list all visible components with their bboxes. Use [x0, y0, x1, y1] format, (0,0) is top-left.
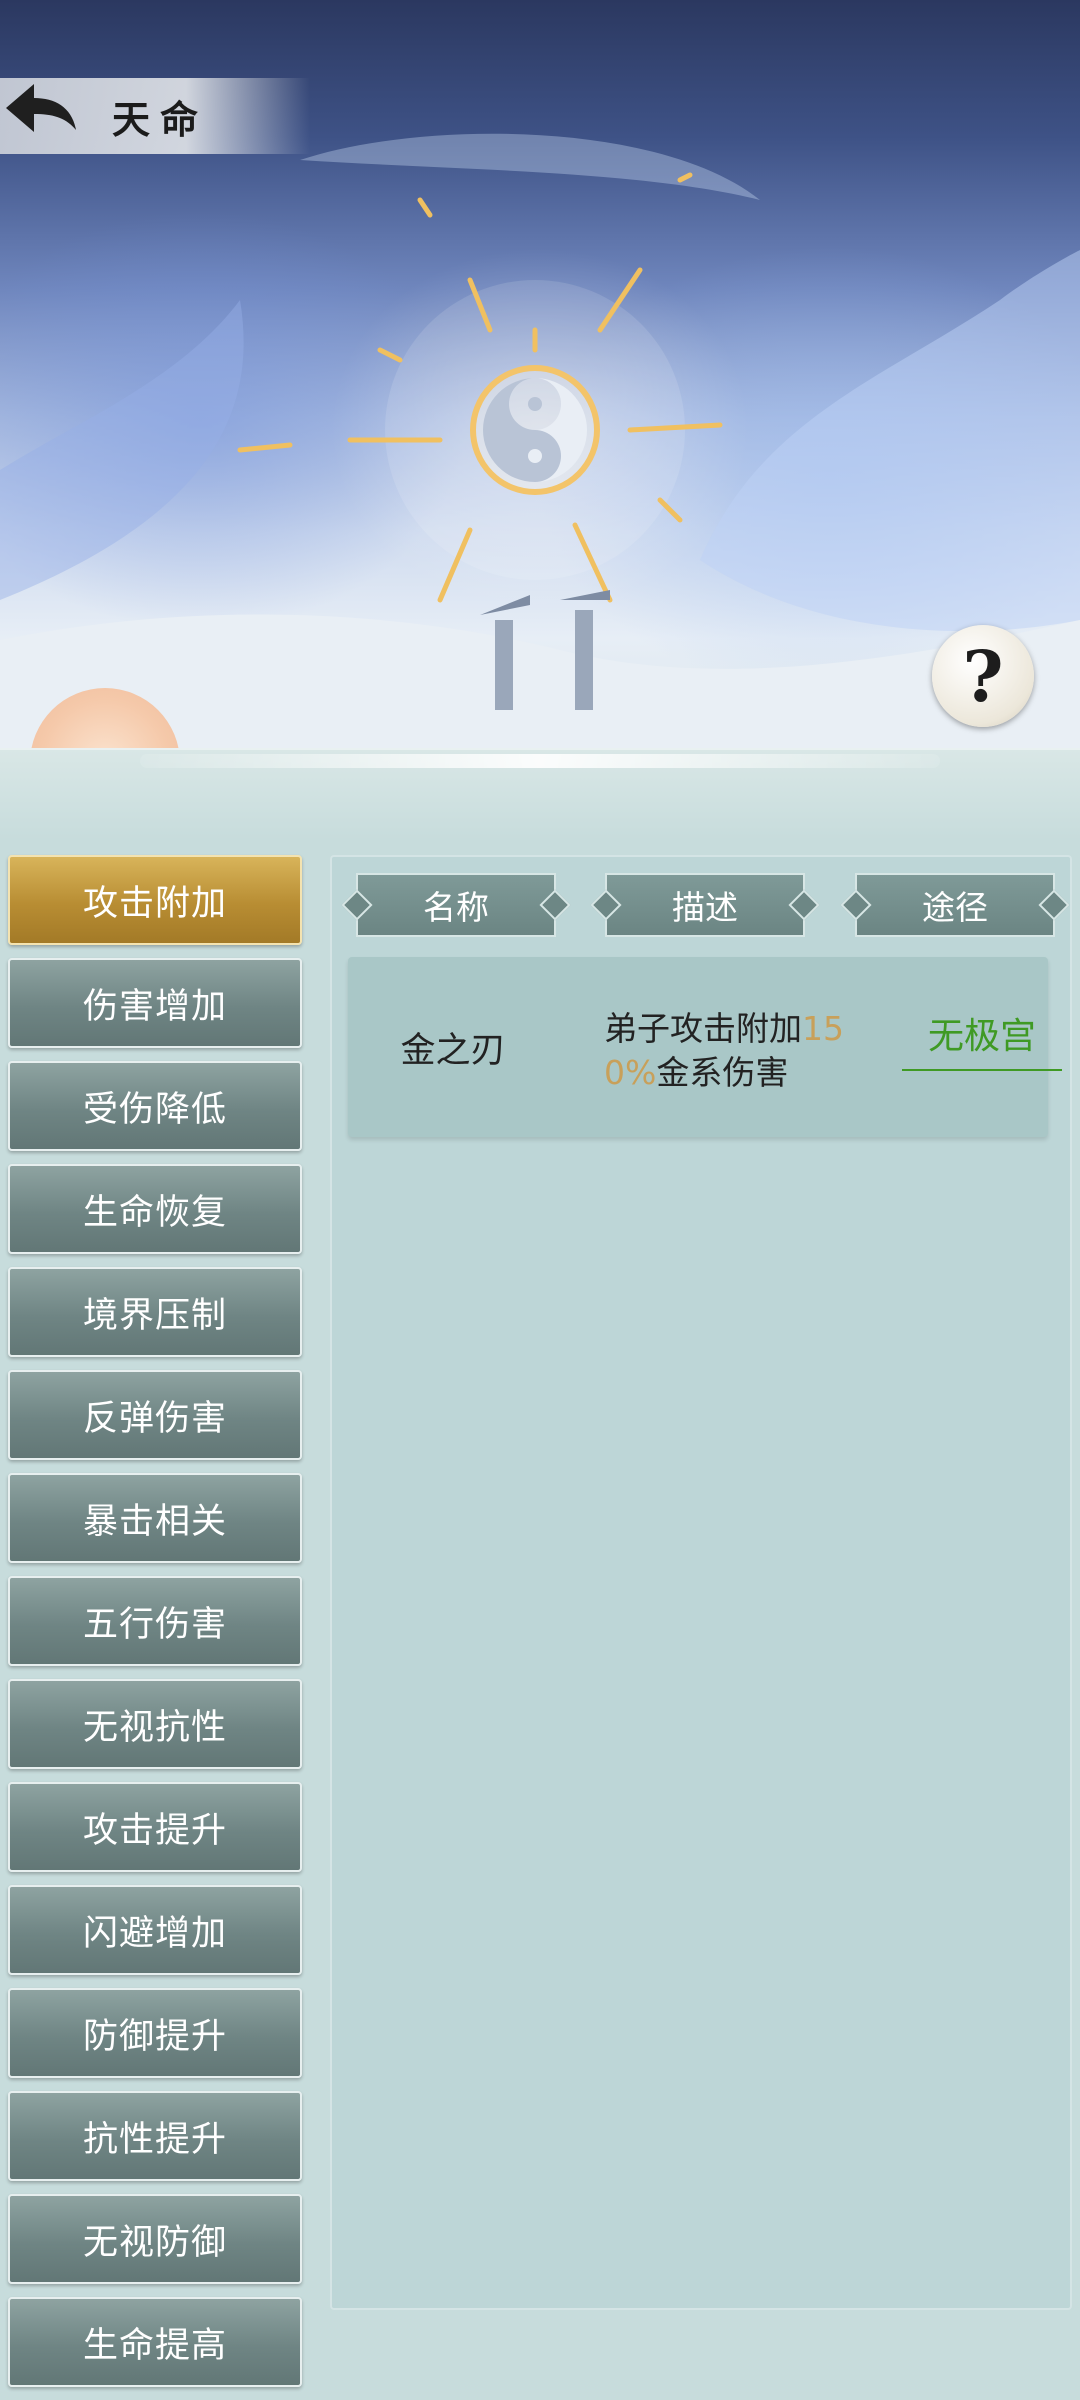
diamond-ornament-icon: [341, 889, 373, 921]
description-text: 金系伤害: [656, 1053, 789, 1092]
diamond-ornament-icon: [840, 889, 872, 921]
diamond-ornament-icon: [590, 889, 622, 921]
table-row: 金之刃 弟子攻击附加150%金系伤害 无极宫: [348, 957, 1062, 1137]
section-divider: [0, 748, 1080, 840]
sidebar-item-crit[interactable]: 暴击相关: [8, 1473, 302, 1563]
sidebar-item-dodge-up[interactable]: 闪避增加: [8, 1885, 302, 1975]
column-header-path: 途径: [840, 873, 1070, 937]
category-sidebar: 攻击附加 伤害增加 受伤降低 生命恢复 境界压制 反弹伤害 暴击相关 五行伤害 …: [8, 855, 302, 2400]
sidebar-item-label: 受伤降低: [82, 1089, 227, 1130]
sidebar-item-realm-suppression[interactable]: 境界压制: [8, 1267, 302, 1357]
sidebar-item-label: 防御提升: [82, 2016, 227, 2057]
title-bar: 天命: [0, 78, 310, 154]
sidebar-item-damage-increase[interactable]: 伤害增加: [8, 958, 302, 1048]
back-arrow-icon: [6, 84, 76, 132]
column-header-desc: 描述: [590, 873, 820, 937]
sidebar-item-reflect-damage[interactable]: 反弹伤害: [8, 1370, 302, 1460]
hero-banner: 天命 ?: [0, 0, 1080, 760]
question-mark-icon: ?: [962, 634, 1004, 718]
divider-line: [140, 754, 940, 768]
column-header-name: 名称: [341, 873, 571, 937]
sidebar-item-life-regen[interactable]: 生命恢复: [8, 1164, 302, 1254]
sidebar-item-element-damage[interactable]: 五行伤害: [8, 1576, 302, 1666]
effect-name: 金之刃: [400, 1030, 506, 1071]
sidebar-item-label: 暴击相关: [82, 1501, 227, 1542]
sidebar-item-attack-up[interactable]: 攻击提升: [8, 1782, 302, 1872]
sidebar-item-label: 闪避增加: [82, 1913, 227, 1954]
sidebar-item-label: 攻击提升: [82, 1810, 227, 1851]
sidebar-item-label: 境界压制: [82, 1295, 227, 1336]
sidebar-item-label: 无视抗性: [82, 1707, 227, 1748]
page-title: 天命: [112, 96, 209, 142]
sidebar-item-label: 五行伤害: [82, 1604, 227, 1645]
sidebar-item-ignore-resist[interactable]: 无视抗性: [8, 1679, 302, 1769]
effect-description: 弟子攻击附加150%金系伤害: [604, 1007, 874, 1095]
column-header-label: 途径: [922, 888, 988, 927]
sidebar-item-defense-up[interactable]: 防御提升: [8, 1988, 302, 2078]
sidebar-item-damage-reduction[interactable]: 受伤降低: [8, 1061, 302, 1151]
sidebar-item-label: 抗性提升: [82, 2119, 227, 2160]
sidebar-item-label: 生命恢复: [82, 1192, 227, 1233]
sidebar-item-label: 反弹伤害: [82, 1398, 227, 1439]
sidebar-item-ignore-defense[interactable]: 无视防御: [8, 2194, 302, 2284]
source-link[interactable]: 无极宫: [902, 997, 1062, 1071]
help-button[interactable]: ?: [932, 625, 1034, 727]
sidebar-item-label: 生命提高: [82, 2325, 227, 2366]
back-button[interactable]: [0, 78, 92, 154]
description-text: 弟子攻击附加: [604, 1009, 802, 1048]
sidebar-item-attack-bonus[interactable]: 攻击附加: [8, 855, 302, 945]
sidebar-item-label: 无视防御: [82, 2222, 227, 2263]
column-header-label: 描述: [672, 888, 738, 927]
sidebar-item-label: 伤害增加: [82, 986, 227, 1027]
column-header-label: 名称: [423, 888, 489, 927]
diamond-ornament-icon: [788, 889, 820, 921]
diamond-ornament-icon: [1038, 889, 1070, 921]
sidebar-item-resist-up[interactable]: 抗性提升: [8, 2091, 302, 2181]
diamond-ornament-icon: [539, 889, 571, 921]
sidebar-item-label: 攻击附加: [82, 883, 227, 924]
sidebar-item-life-up[interactable]: 生命提高: [8, 2297, 302, 2387]
effect-table-panel: 名称 描述 途径 金之刃 弟子攻击附加150%金系伤害 无极宫: [330, 855, 1072, 2310]
